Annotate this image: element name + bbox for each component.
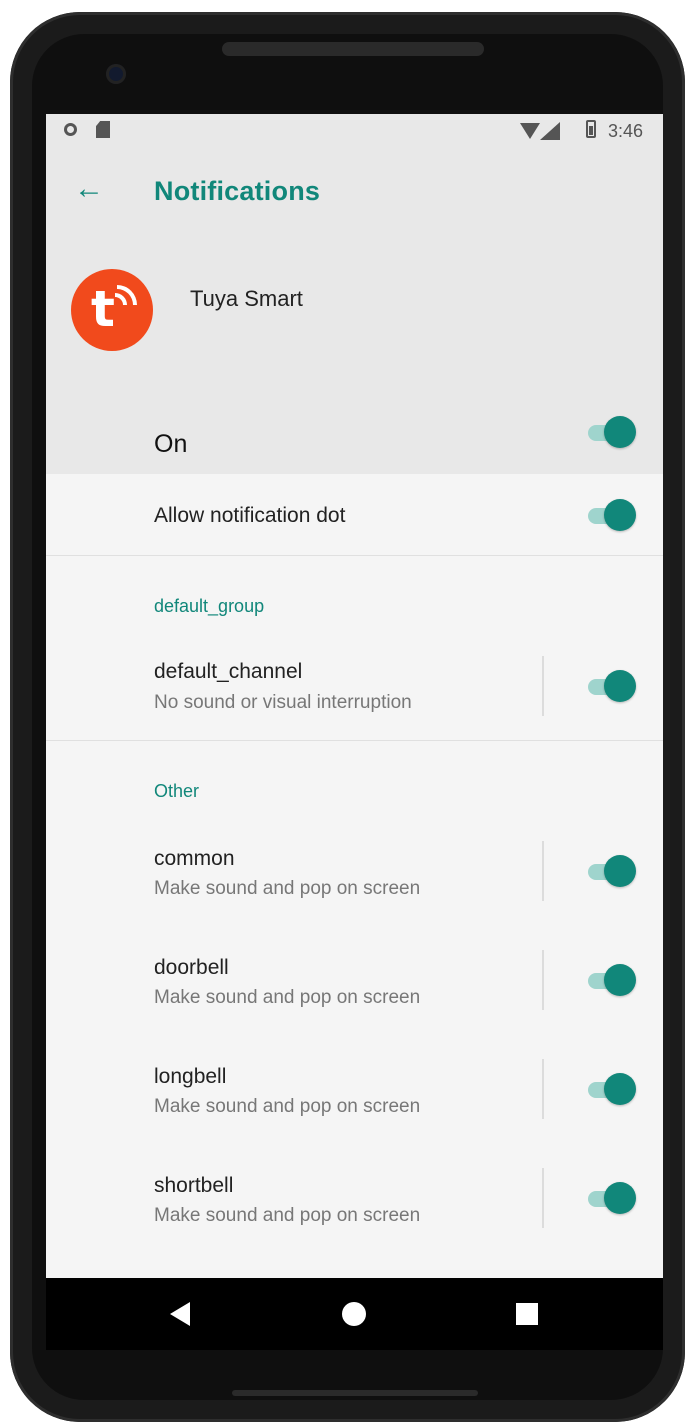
wifi-icon [520,123,540,139]
divider [46,740,663,741]
vertical-divider [542,841,544,901]
notification-dot-label: Allow notification dot [154,504,346,527]
channel-name-common[interactable]: common [154,847,235,871]
sync-icon [64,123,77,136]
speaker-top [222,42,484,56]
app-header: ← Notifications t Tuya Smart On [46,150,663,474]
status-time: 3:46 [608,121,644,141]
toggle-longbell[interactable] [584,1071,636,1107]
nav-back-icon[interactable] [170,1302,190,1326]
channel-name-longbell[interactable]: longbell [154,1065,226,1089]
toggle-thumb [604,1073,636,1105]
vertical-divider [542,1168,544,1228]
section-header-default-group: default_group [154,596,265,616]
toggle-common[interactable] [584,853,636,889]
app-icon-wave-outer [117,285,137,305]
toggle-thumb [604,855,636,887]
nav-recents-icon[interactable] [516,1303,538,1325]
master-toggle-label: On [154,430,188,458]
toggle-thumb [604,964,636,996]
toggle-thumb [604,1182,636,1214]
channel-desc-longbell: Make sound and pop on screen [154,1096,421,1117]
vertical-divider [542,950,544,1010]
navigation-bar [46,1278,663,1350]
page-title: Notifications [154,176,321,206]
app-name: Tuya Smart [190,286,303,311]
channel-name-doorbell[interactable]: doorbell [154,956,229,980]
toggle-shortbell[interactable] [584,1180,636,1216]
nav-home-icon[interactable] [342,1302,366,1326]
app-icon-letter: t [91,280,115,338]
channel-name-default-channel[interactable]: default_channel [154,660,302,684]
notification-dot-toggle[interactable] [584,497,636,533]
status-bar: 3:46 [46,114,663,150]
channel-desc-shortbell: Make sound and pop on screen [154,1205,421,1226]
toggle-thumb [604,416,636,448]
battery-icon [586,120,596,138]
back-arrow-icon[interactable]: ← [74,174,104,204]
screen: 3:46 ← Notifications t Tuya Smart On All… [46,114,663,1350]
toggle-doorbell[interactable] [584,962,636,998]
master-notifications-toggle[interactable] [584,414,636,450]
tuya-app-icon: t [71,269,153,351]
channel-desc-default-channel: No sound or visual interruption [154,692,412,713]
vertical-divider [542,656,544,716]
toggle-default-channel[interactable] [584,668,636,704]
sd-card-icon [96,121,110,138]
toggle-thumb [604,670,636,702]
channel-name-shortbell[interactable]: shortbell [154,1174,233,1198]
channel-desc-common: Make sound and pop on screen [154,878,421,899]
vertical-divider [542,1059,544,1119]
section-header-other: Other [154,781,200,801]
signal-icon [540,122,560,140]
toggle-thumb [604,499,636,531]
camera-icon [106,64,126,84]
speaker-bottom [232,1390,478,1396]
channel-desc-doorbell: Make sound and pop on screen [154,987,421,1008]
divider [46,555,663,556]
